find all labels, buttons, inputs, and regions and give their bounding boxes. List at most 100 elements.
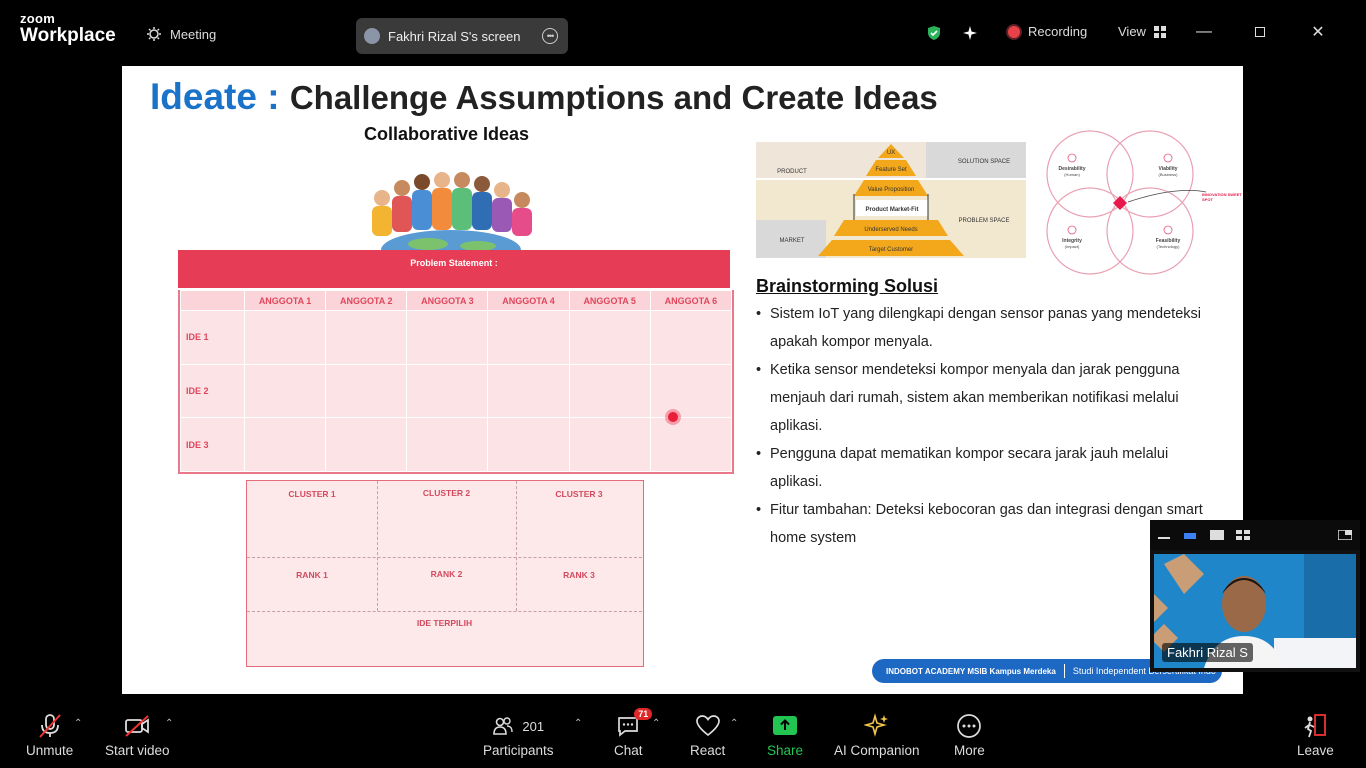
row-header: IDE 2: [180, 363, 245, 419]
column-header: ANGGOTA 4: [487, 290, 570, 311]
chat-options-caret[interactable]: ⌃: [652, 718, 660, 729]
ide-terpilih-label: IDE TERPILIH: [416, 618, 473, 628]
chat-button[interactable]: 71 Chat: [614, 708, 653, 758]
pyramid-side-label: PRODUCT: [777, 169, 807, 175]
more-options-icon[interactable]: •••: [542, 28, 558, 44]
column-header: ANGGOTA 1: [243, 290, 327, 311]
column-header: ANGGOTA 3: [406, 290, 489, 311]
brainstorming-list: Sistem IoT yang dilengkapi dengan sensor…: [756, 300, 1208, 552]
share-button[interactable]: Share: [767, 712, 803, 758]
table-cell: [325, 363, 408, 419]
ideas-table: ANGGOTA 1 ANGGOTA 2 ANGGOTA 3 ANGGOTA 4 …: [178, 290, 734, 474]
react-options-caret[interactable]: ⌃: [730, 718, 738, 729]
laser-pointer-dot: [668, 412, 678, 422]
cluster-divider: [247, 611, 642, 612]
column-header: ANGGOTA 5: [568, 290, 651, 311]
more-label: More: [954, 743, 985, 758]
chat-label: Chat: [614, 743, 643, 758]
shared-slide: Ideate : Challenge Assumptions and Creat…: [122, 66, 1243, 694]
hide-video-icon[interactable]: [1210, 530, 1224, 540]
ideas-table-header-row: ANGGOTA 1 ANGGOTA 2 ANGGOTA 3 ANGGOTA 4 …: [180, 290, 733, 311]
view-label: View: [1118, 24, 1146, 39]
grid-view-icon: [1153, 25, 1166, 38]
venn-sublabel: (Impact): [1065, 244, 1080, 249]
minimize-video-icon[interactable]: [1158, 530, 1172, 540]
unmute-label: Unmute: [26, 743, 74, 758]
share-label: Share: [767, 743, 804, 758]
table-cell: [487, 363, 570, 419]
cluster-divider: [247, 557, 642, 558]
list-item: Ketika sensor mendeteksi kompor menyala …: [756, 356, 1208, 440]
title-ideate: Ideate :: [150, 76, 280, 117]
brainstorming-title: Brainstorming Solusi: [756, 276, 939, 296]
innovation-venn-diagram: Desirability (Human) Viability (Business…: [1046, 130, 1242, 275]
table-corner: [180, 290, 245, 311]
rank-label: RANK 2: [430, 569, 463, 579]
participants-button[interactable]: 201 Participants: [483, 712, 554, 758]
pop-out-icon[interactable]: [1338, 530, 1352, 540]
unmute-button[interactable]: Unmute: [26, 712, 73, 758]
footer-logos: INDOBOT ACADEMY MSIB Kampus Merdeka: [886, 666, 1056, 676]
leave-label: Leave: [1297, 743, 1334, 758]
ai-companion-button[interactable]: AI Companion: [834, 712, 920, 758]
footer-separator: [1063, 664, 1065, 678]
minimize-icon[interactable]: —: [1194, 22, 1214, 42]
problem-statement-header: Problem Statement :: [178, 250, 730, 288]
heart-icon: [695, 712, 721, 740]
mic-muted-icon: [36, 712, 64, 740]
participant-video[interactable]: Fakhri Rizal S: [1150, 550, 1360, 672]
view-button[interactable]: View: [1118, 24, 1166, 39]
pyramid-side-label: SOLUTION SPACE: [958, 159, 1010, 165]
table-row: IDE 2: [180, 363, 733, 419]
table-cell: [325, 417, 408, 472]
cluster-divider: [516, 481, 517, 611]
leave-door-icon: [1302, 712, 1328, 740]
collaborative-ideas-title: Collaborative Ideas: [364, 124, 530, 144]
table-cell: [406, 417, 489, 472]
start-video-button[interactable]: Start video: [105, 712, 170, 758]
leave-button[interactable]: Leave: [1297, 712, 1334, 758]
pyramid-side-label: PROBLEM SPACE: [959, 218, 1010, 224]
close-icon[interactable]: ✕: [1308, 22, 1328, 42]
security-shield-icon[interactable]: [926, 25, 942, 41]
cluster-label: CLUSTER 3: [555, 489, 603, 499]
recording-dot-icon: [1008, 25, 1020, 38]
pyramid-level-text: Value Proposition: [868, 187, 915, 193]
video-options-caret[interactable]: ⌃: [165, 718, 173, 729]
table-cell: [406, 310, 489, 365]
table-cell: [649, 363, 733, 419]
rank-label: RANK 1: [296, 570, 328, 580]
speaker-view-icon[interactable]: [1184, 530, 1198, 540]
participant-name-label: Fakhri Rizal S: [1162, 643, 1253, 662]
pyramid-level-text: Target Customer: [869, 247, 913, 253]
table-cell: [325, 310, 408, 365]
product-market-fit-pyramid: UX Feature Set Value Proposition Product…: [756, 142, 1026, 258]
gallery-view-icon[interactable]: [1236, 530, 1250, 540]
venn-sublabel: (Human): [1064, 172, 1080, 177]
participants-count: 201: [522, 718, 545, 734]
screen-share-pill[interactable]: Fakhri Rizal S's screen •••: [356, 18, 568, 54]
table-cell: [568, 417, 651, 472]
react-button[interactable]: React: [690, 712, 725, 758]
more-button[interactable]: More: [954, 712, 985, 758]
pyramid-level-text: UX: [887, 150, 895, 156]
maximize-icon[interactable]: [1250, 22, 1270, 42]
cluster-label: CLUSTER 1: [288, 489, 336, 499]
venn-sublabel: (Business): [1159, 172, 1179, 177]
share-screen-icon: [772, 712, 798, 740]
meeting-info-button[interactable]: Meeting: [146, 26, 216, 42]
more-icon: [956, 712, 982, 740]
logo-zoom-text: zoom: [20, 11, 56, 26]
pyramid-side-label: MARKET: [779, 238, 804, 244]
row-header: IDE 3: [180, 417, 245, 472]
pyramid-level-text: Underserved Needs: [864, 227, 917, 233]
table-cell: [487, 310, 570, 365]
participants-options-caret[interactable]: ⌃: [574, 718, 582, 729]
recording-indicator[interactable]: Recording: [1008, 24, 1087, 39]
pyramid-level-text: Feature Set: [875, 167, 907, 173]
ai-sparkle-icon[interactable]: [962, 25, 978, 41]
audio-options-caret[interactable]: ⌃: [74, 718, 82, 729]
video-off-icon: [123, 712, 151, 740]
column-header: ANGGOTA 2: [325, 290, 408, 311]
chat-icon: 71: [616, 708, 653, 740]
